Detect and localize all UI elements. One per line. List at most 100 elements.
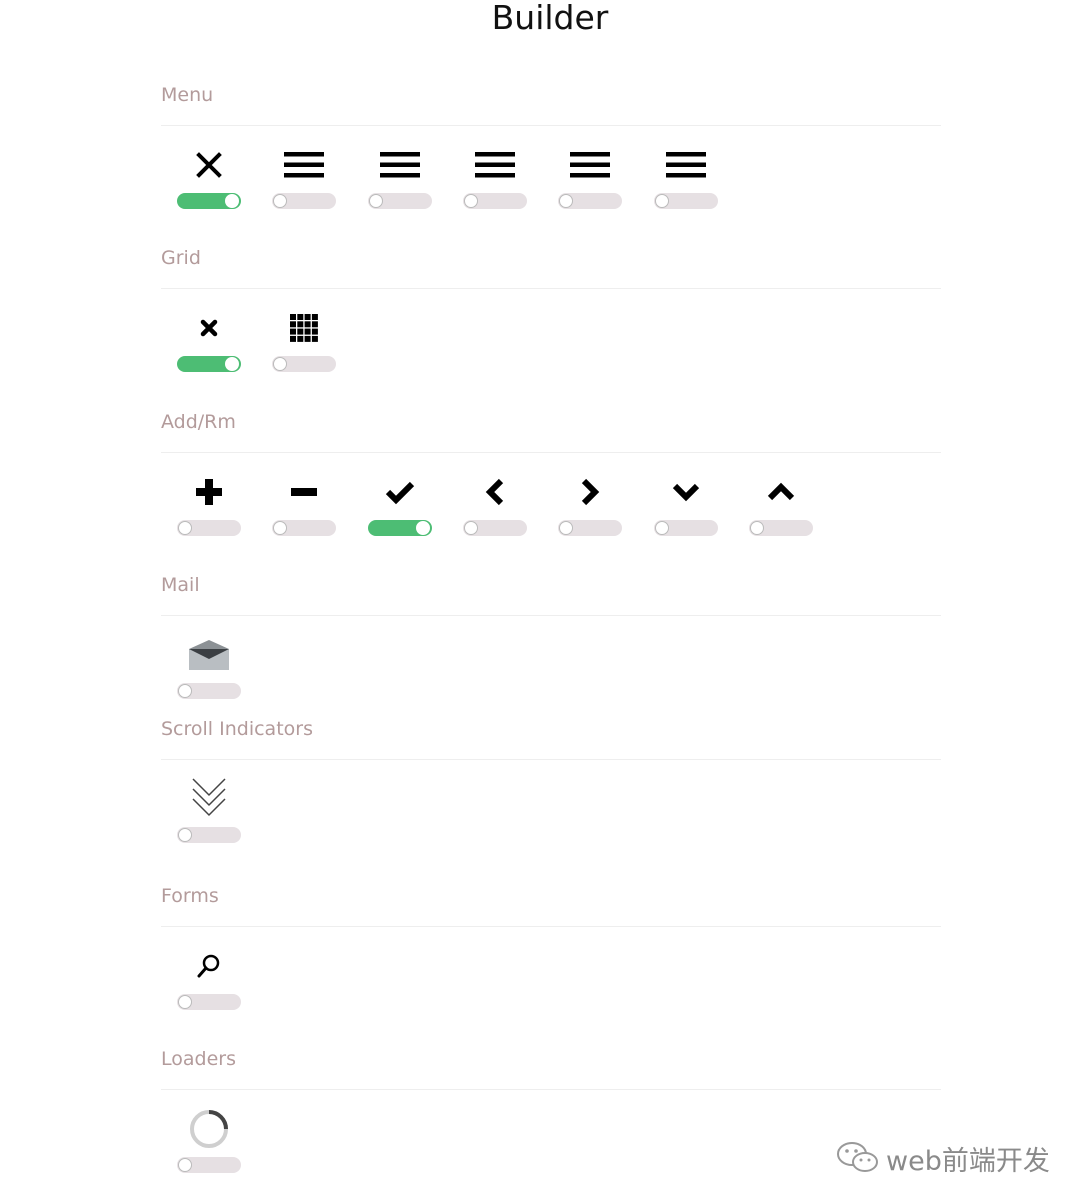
section-divider <box>161 615 941 616</box>
toggle-switch[interactable] <box>462 520 527 536</box>
watermark: web前端开发 <box>836 1138 1050 1178</box>
section-label: Forms <box>161 885 219 907</box>
section-menu: Menu <box>161 80 941 240</box>
icon-option <box>653 470 718 550</box>
grid-icon <box>272 306 336 350</box>
toggle-knob <box>559 194 574 208</box>
chevron-up-icon <box>749 470 813 514</box>
toggle-knob <box>225 357 239 371</box>
toggle-knob <box>178 684 192 698</box>
icon-option <box>462 143 527 223</box>
toggle-switch[interactable] <box>272 356 337 372</box>
section-mail: Mail <box>161 570 941 730</box>
icon-option <box>177 1107 241 1187</box>
toggle-knob <box>273 521 288 535</box>
toggle-knob <box>273 194 288 208</box>
toggle-switch[interactable] <box>462 193 527 209</box>
icon-option <box>367 143 432 223</box>
toggle-knob <box>178 521 192 535</box>
section-divider <box>161 926 941 927</box>
icon-option <box>272 306 337 386</box>
icon-option <box>177 633 241 713</box>
toggle-switch[interactable] <box>177 994 241 1010</box>
section-label: Loaders <box>161 1048 236 1070</box>
toggle-knob <box>415 521 430 535</box>
toggle-switch[interactable] <box>653 520 718 536</box>
watermark-text: web前端开发 <box>886 1145 1050 1177</box>
plus-icon <box>177 470 241 514</box>
toggle-knob <box>273 357 288 371</box>
toggle-switch[interactable] <box>177 356 241 372</box>
section-label: Menu <box>161 84 214 106</box>
toggle-knob <box>559 521 574 535</box>
icon-option <box>177 777 241 857</box>
hamburger-icon <box>654 143 718 187</box>
toggle-switch[interactable] <box>558 193 623 209</box>
check-icon <box>368 470 432 514</box>
hamburger-icon <box>558 143 622 187</box>
section-label: Grid <box>161 247 201 269</box>
section-label: Mail <box>161 574 200 596</box>
section-divider <box>161 452 941 453</box>
scroll-down-icon <box>177 777 241 821</box>
icon-option <box>177 470 241 550</box>
toggle-knob <box>368 194 383 208</box>
icon-option <box>558 143 623 223</box>
icon-option <box>748 470 813 550</box>
toggle-switch[interactable] <box>177 193 241 209</box>
toggle-knob <box>178 1158 192 1172</box>
toggle-switch[interactable] <box>272 520 337 536</box>
icon-option <box>272 470 337 550</box>
search-icon <box>177 944 241 988</box>
chevron-left-icon <box>463 470 527 514</box>
toggle-knob <box>654 521 669 535</box>
chevron-right-icon <box>558 470 622 514</box>
toggle-knob <box>225 194 239 208</box>
toggle-switch[interactable] <box>177 683 241 699</box>
section-label: Scroll Indicators <box>161 718 313 740</box>
close-icon <box>177 143 241 187</box>
section-forms: Forms <box>161 881 941 1041</box>
section-scroll-indicators: Scroll Indicators <box>161 714 941 874</box>
toggle-knob <box>178 828 192 842</box>
toggle-switch[interactable] <box>367 193 432 209</box>
hamburger-icon <box>368 143 432 187</box>
minus-icon <box>272 470 336 514</box>
toggle-knob <box>178 995 192 1009</box>
icon-option <box>367 470 432 550</box>
toggle-knob <box>749 521 764 535</box>
hamburger-icon <box>463 143 527 187</box>
toggle-knob <box>463 194 478 208</box>
icon-option <box>558 470 623 550</box>
toggle-switch[interactable] <box>653 193 718 209</box>
toggle-switch[interactable] <box>558 520 623 536</box>
section-divider <box>161 125 941 126</box>
chevron-down-icon <box>654 470 718 514</box>
spinner-icon <box>177 1107 241 1151</box>
icon-option <box>462 470 527 550</box>
toggle-knob <box>463 521 478 535</box>
icon-option <box>177 306 241 386</box>
icon-option <box>653 143 718 223</box>
toggle-switch[interactable] <box>177 520 241 536</box>
toggle-switch[interactable] <box>177 1157 241 1173</box>
icon-option <box>272 143 337 223</box>
page-title: Builder <box>491 0 609 37</box>
section-divider <box>161 759 941 760</box>
section-label: Add/Rm <box>161 411 236 433</box>
section-add-rm: Add/Rm <box>161 407 941 567</box>
section-grid: Grid <box>161 243 941 403</box>
toggle-switch[interactable] <box>177 827 241 843</box>
toggle-knob <box>654 194 669 208</box>
hamburger-icon <box>272 143 336 187</box>
wechat-icon <box>837 1142 878 1172</box>
toggle-switch[interactable] <box>272 193 337 209</box>
toggle-switch[interactable] <box>367 520 432 536</box>
section-divider <box>161 288 941 289</box>
toggle-switch[interactable] <box>748 520 813 536</box>
section-divider <box>161 1089 941 1090</box>
mail-icon <box>177 633 241 677</box>
icon-option <box>177 944 241 1024</box>
section-loaders: Loaders <box>161 1044 941 1204</box>
icon-option <box>177 143 241 223</box>
